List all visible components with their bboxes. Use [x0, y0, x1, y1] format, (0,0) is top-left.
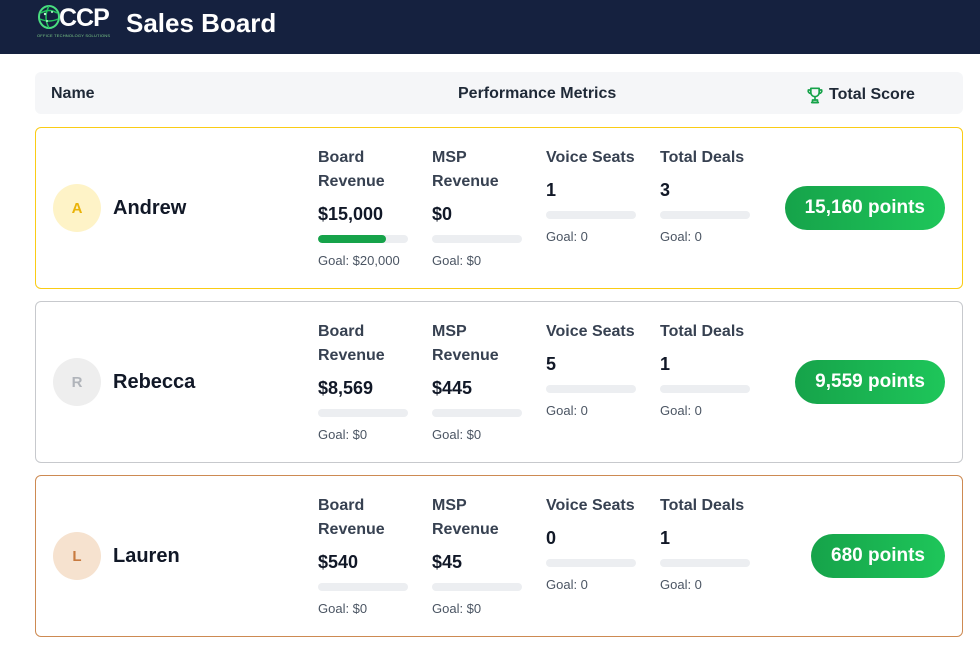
total-deals-label: Total Deals [660, 497, 745, 514]
msp-revenue-progress-bar [432, 583, 522, 591]
board-revenue-value: $540 [318, 552, 359, 572]
column-header-score-label: Total Score [829, 86, 915, 103]
avatar: R [53, 358, 101, 406]
msp-revenue-value: $45 [432, 552, 463, 572]
top-bar: CCP OFFICE TECHNOLOGY SOLUTIONS Sales Bo… [0, 0, 980, 54]
leaderboard-row[interactable]: L Lauren Board Revenue $540 Goal: $0 MSP Re… [35, 475, 963, 637]
board-revenue-label: Board Revenue [318, 149, 385, 190]
page-title: Sales Board [126, 8, 277, 38]
msp-revenue-goal: Goal: $0 [432, 253, 482, 268]
board-revenue-goal: Goal: $0 [318, 601, 368, 616]
logo-subtext: OFFICE TECHNOLOGY SOLUTIONS [37, 33, 111, 38]
msp-revenue-progress-bar [432, 235, 522, 243]
voice-seats-label: Voice Seats [546, 149, 635, 166]
voice-seats-goal: Goal: 0 [546, 577, 588, 592]
total-deals-value: 1 [660, 354, 671, 374]
voice-seats-progress-bar [546, 559, 636, 567]
board-revenue-label: Board Revenue [318, 323, 385, 364]
metric-voice-seats: Voice Seats 5 Goal: 0 [546, 320, 646, 418]
total-deals-value: 1 [660, 528, 671, 548]
total-deals-goal: Goal: 0 [660, 403, 702, 418]
ccp-logo[interactable]: CCP OFFICE TECHNOLOGY SOLUTIONS [37, 4, 111, 42]
leaderboard-row[interactable]: R Rebecca Board Revenue $8,569 Goal: $0 MS… [35, 301, 963, 463]
board-revenue-goal: Goal: $0 [318, 427, 368, 442]
avatar: A [53, 184, 101, 232]
msp-revenue-goal: Goal: $0 [432, 427, 482, 442]
board-revenue-progress-bar [318, 235, 408, 243]
metric-msp-revenue: MSP Revenue $45 Goal: $0 [432, 494, 532, 616]
voice-seats-value: 5 [546, 354, 557, 374]
metric-total-deals: Total Deals 3 Goal: 0 [660, 146, 760, 244]
board-revenue-progress-bar [318, 583, 408, 591]
voice-seats-label: Voice Seats [546, 497, 635, 514]
avatar: L [53, 532, 101, 580]
metric-voice-seats: Voice Seats 1 Goal: 0 [546, 146, 646, 244]
voice-seats-progress-bar [546, 211, 636, 219]
metric-total-deals: Total Deals 1 Goal: 0 [660, 320, 760, 418]
total-deals-progress-bar [660, 385, 750, 393]
voice-seats-progress-bar [546, 385, 636, 393]
msp-revenue-label: MSP Revenue [432, 497, 499, 538]
msp-revenue-value: $0 [432, 204, 453, 224]
board-revenue-value: $8,569 [318, 378, 374, 398]
msp-revenue-goal: Goal: $0 [432, 601, 482, 616]
metric-msp-revenue: MSP Revenue $445 Goal: $0 [432, 320, 532, 442]
msp-revenue-progress-bar [432, 409, 522, 417]
metric-board-revenue: Board Revenue $15,000 Goal: $20,000 [318, 146, 418, 268]
total-deals-label: Total Deals [660, 149, 745, 166]
voice-seats-goal: Goal: 0 [546, 229, 588, 244]
column-header-name: Name [51, 85, 95, 102]
voice-seats-label: Voice Seats [546, 323, 635, 340]
points-badge: 680 points [811, 534, 945, 578]
points-badge: 9,559 points [795, 360, 945, 404]
leaderboard-row[interactable]: A Andrew Board Revenue $15,000 Goal: $20,0… [35, 127, 963, 289]
voice-seats-value: 0 [546, 528, 557, 548]
board-revenue-value: $15,000 [318, 204, 384, 224]
msp-revenue-value: $445 [432, 378, 473, 398]
total-deals-goal: Goal: 0 [660, 229, 702, 244]
metric-board-revenue: Board Revenue $540 Goal: $0 [318, 494, 418, 616]
total-deals-value: 3 [660, 180, 671, 200]
trophy-icon [807, 87, 823, 104]
column-header-score: Total Score [805, 85, 915, 105]
person-name: Andrew [113, 197, 187, 219]
person-name: Lauren [113, 545, 180, 567]
total-deals-progress-bar [660, 211, 750, 219]
metric-total-deals: Total Deals 1 Goal: 0 [660, 494, 760, 592]
msp-revenue-label: MSP Revenue [432, 323, 499, 364]
board-revenue-progress-bar [318, 409, 408, 417]
table-header: Name Performance Metrics Total Score [35, 72, 963, 114]
msp-revenue-label: MSP Revenue [432, 149, 499, 190]
voice-seats-value: 1 [546, 180, 557, 200]
metric-board-revenue: Board Revenue $8,569 Goal: $0 [318, 320, 418, 442]
column-header-metrics: Performance Metrics [458, 85, 617, 102]
total-deals-goal: Goal: 0 [660, 577, 702, 592]
metric-msp-revenue: MSP Revenue $0 Goal: $0 [432, 146, 532, 268]
total-deals-label: Total Deals [660, 323, 745, 340]
board-revenue-progress-fill [318, 235, 386, 243]
metric-voice-seats: Voice Seats 0 Goal: 0 [546, 494, 646, 592]
points-badge: 15,160 points [784, 186, 945, 230]
board-revenue-label: Board Revenue [318, 497, 385, 538]
person-name: Rebecca [113, 371, 196, 393]
board-revenue-goal: Goal: $20,000 [318, 253, 400, 268]
total-deals-progress-bar [660, 559, 750, 567]
voice-seats-goal: Goal: 0 [546, 403, 588, 418]
logo-text: CCP [59, 4, 110, 32]
